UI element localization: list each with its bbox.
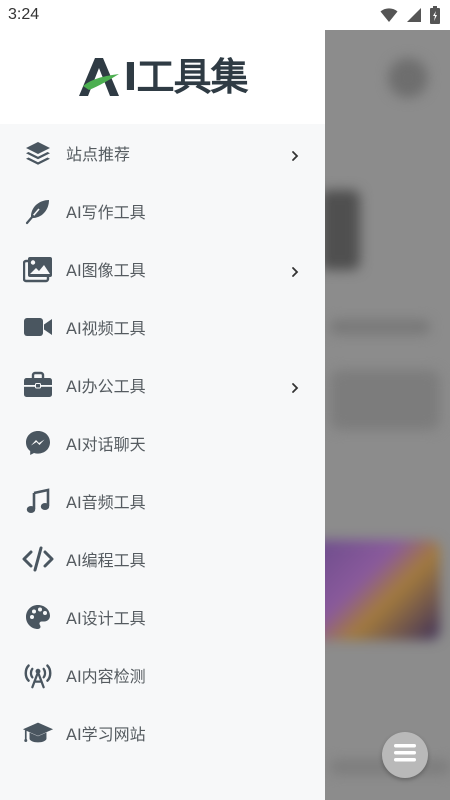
menu-item-site-recommend[interactable]: 站点推荐 [0, 124, 325, 182]
menu-item-label: AI设计工具 [66, 609, 146, 628]
menu-item-label: AI图像工具 [66, 261, 146, 280]
menu-item-ai-image[interactable]: AI图像工具 [0, 240, 325, 298]
menu-item-ai-coding[interactable]: AI编程工具 [0, 530, 325, 588]
menu-item-label: AI办公工具 [66, 377, 146, 396]
status-icons [380, 6, 440, 24]
app-logo[interactable]: A I工具集 [77, 55, 249, 99]
menu-item-label: AI视频工具 [66, 319, 146, 338]
background-blur-shape [330, 370, 440, 430]
code-icon [22, 543, 54, 575]
logo-text: I工具集 [123, 55, 248, 99]
menu-item-ai-writing[interactable]: AI写作工具 [0, 182, 325, 240]
logo-a-mark: A [77, 56, 121, 98]
menu-item-label: 站点推荐 [66, 145, 131, 164]
wifi-icon [380, 7, 398, 23]
video-camera-icon [22, 311, 54, 343]
palette-icon [22, 601, 54, 633]
layers-icon [22, 137, 54, 169]
menu-item-label: AI对话聊天 [66, 435, 146, 454]
briefcase-icon [22, 369, 54, 401]
menu-item-ai-learning[interactable]: AI学习网站 [0, 704, 325, 762]
menu-item-ai-chat[interactable]: AI对话聊天 [0, 414, 325, 472]
music-note-icon [22, 485, 54, 517]
chevron-right-icon [289, 263, 301, 277]
background-blur-shape [330, 320, 430, 334]
status-bar: 3:24 [0, 0, 450, 30]
battery-icon [430, 6, 440, 24]
menu-item-label: AI写作工具 [66, 203, 146, 222]
menu-item-ai-content-detection[interactable]: AI内容检测 [0, 646, 325, 704]
background-blur-shape [388, 58, 428, 98]
messenger-icon [22, 427, 54, 459]
menu-lines-icon [394, 744, 416, 766]
navigation-drawer: A I工具集 站点推荐 AI写作工具 AI图像工具 AI视频工具 AI办公工具 … [0, 30, 325, 800]
menu-item-label: AI编程工具 [66, 551, 146, 570]
menu-item-label: AI音频工具 [66, 493, 146, 512]
chevron-right-icon [289, 147, 301, 161]
images-icon [22, 253, 54, 285]
feather-icon [22, 195, 54, 227]
menu-item-ai-audio[interactable]: AI音频工具 [0, 472, 325, 530]
logo-letter-a: A [77, 56, 78, 57]
menu-item-ai-office[interactable]: AI办公工具 [0, 356, 325, 414]
menu-item-label: AI内容检测 [66, 667, 146, 686]
menu-item-ai-video[interactable]: AI视频工具 [0, 298, 325, 356]
cellular-signal-icon [406, 7, 422, 23]
floating-menu-button[interactable] [382, 732, 428, 778]
menu-item-label: AI学习网站 [66, 725, 146, 744]
graduation-cap-icon [22, 717, 54, 749]
chevron-right-icon [289, 379, 301, 393]
background-blur-shape [320, 190, 360, 270]
menu-item-ai-design[interactable]: AI设计工具 [0, 588, 325, 646]
broadcast-icon [22, 659, 54, 691]
drawer-header: A I工具集 [0, 30, 325, 124]
status-time: 3:24 [8, 6, 40, 23]
drawer-menu: 站点推荐 AI写作工具 AI图像工具 AI视频工具 AI办公工具 AI对话聊天 … [0, 124, 325, 800]
background-blur-banner [310, 540, 440, 640]
